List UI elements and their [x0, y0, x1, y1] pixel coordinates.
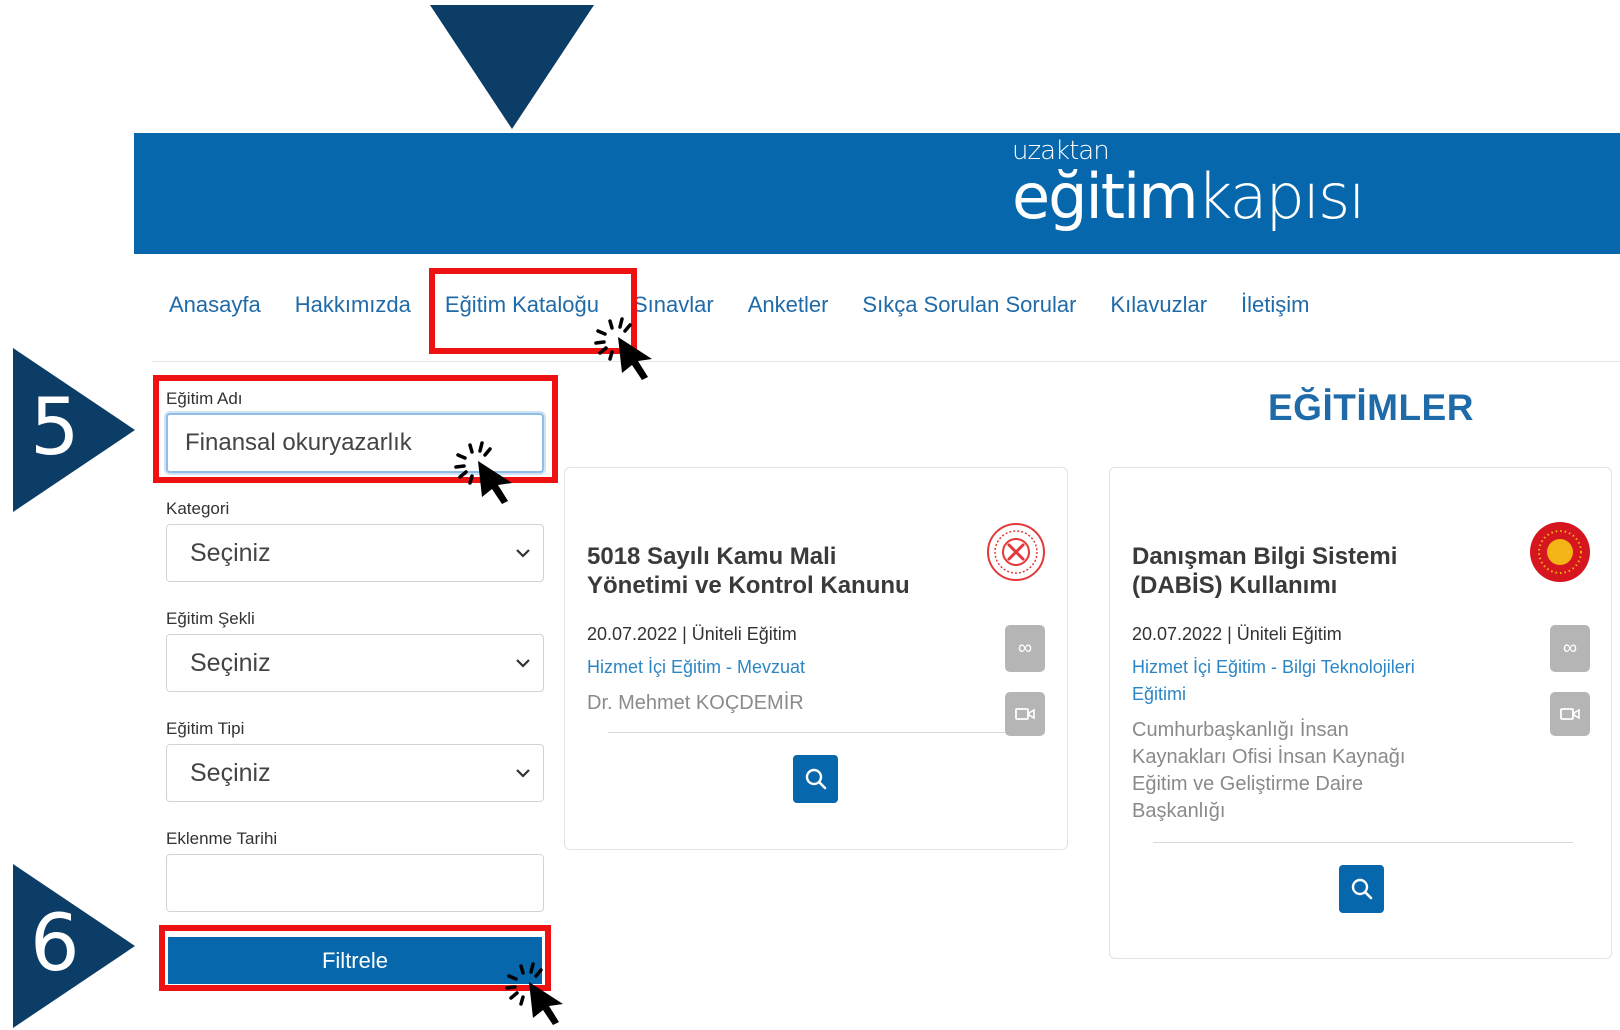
card-title-line-2[interactable]: (DABİS) Kullanımı [1132, 571, 1337, 600]
card-divider [1153, 842, 1573, 843]
training-type-selected-value: Seçiniz [190, 759, 271, 787]
infinity-icon[interactable]: ∞ [1005, 625, 1045, 672]
video-button[interactable] [1005, 692, 1045, 736]
search-icon [1351, 878, 1372, 900]
training-type-label: Eğitim Tipi [166, 719, 245, 738]
nav-divider [152, 361, 1620, 362]
video-button[interactable] [1550, 692, 1590, 736]
search-icon [805, 768, 826, 790]
chevron-down-icon [516, 549, 530, 558]
category-selected-value: Seçiniz [190, 539, 271, 567]
logo-thin-part: kapısı [1196, 160, 1366, 233]
step-5-number: 5 [30, 383, 80, 473]
nav-item-faq[interactable]: Sıkça Sorulan Sorular [845, 285, 1093, 325]
site-logo[interactable]: uzaktan eğitimkapısı [1012, 136, 1366, 228]
card-title-line-1[interactable]: 5018 Sayılı Kamu Mali [587, 542, 836, 571]
logo-bold-part: eğitim [1012, 160, 1199, 233]
card-category-line-2[interactable]: Eğitimi [1132, 681, 1186, 708]
training-card: 5018 Sayılı Kamu Mali Yönetimi ve Kontro… [564, 467, 1068, 850]
card-search-button[interactable] [1339, 865, 1384, 913]
training-card: Danışman Bilgi Sistemi (DABİS) Kullanımı… [1109, 467, 1612, 959]
card-meta: 20.07.2022 | Üniteli Eğitim [587, 624, 797, 644]
infinity-icon[interactable]: ∞ [1550, 625, 1590, 672]
chevron-down-icon [516, 769, 530, 778]
click-cursor-icon [505, 962, 563, 1025]
training-form-select[interactable]: Seçiniz [166, 634, 544, 692]
card-title-line-2[interactable]: Yönetimi ve Kontrol Kanunu [587, 571, 910, 600]
step-6-number: 6 [30, 899, 80, 989]
card-author-line-1: Cumhurbaşkanlığı İnsan [1132, 719, 1349, 741]
training-form-label: Eğitim Şekli [166, 609, 255, 628]
main-nav: Anasayfa Hakkımızda Eğitim Kataloğu Sına… [152, 285, 1326, 325]
video-icon [1015, 708, 1035, 720]
card-divider [608, 732, 1028, 733]
category-label: Kategori [166, 499, 230, 518]
click-cursor-icon [594, 317, 652, 380]
card-author-line-3: Eğitim ve Geliştirme Daire [1132, 773, 1364, 795]
card-meta: 20.07.2022 | Üniteli Eğitim [1132, 624, 1342, 644]
click-cursor-icon [454, 441, 512, 504]
presidency-seal-icon [1530, 522, 1590, 582]
card-author-line-2: Kaynakları Ofisi İnsan Kaynağı [1132, 746, 1406, 768]
card-category-line-1[interactable]: Hizmet İçi Eğitim - Bilgi Teknolojileri [1132, 654, 1415, 681]
nav-item-home[interactable]: Anasayfa [152, 285, 278, 325]
training-form-selected-value: Seçiniz [190, 649, 271, 677]
training-type-select[interactable]: Seçiniz [166, 744, 544, 802]
ministry-seal-icon [987, 523, 1045, 581]
chevron-down-icon [516, 659, 530, 668]
card-author-line-4: Başkanlığı [1132, 800, 1226, 822]
section-title: EĞİTİMLER [1268, 387, 1474, 428]
category-select[interactable]: Seçiniz [166, 524, 544, 582]
nav-item-surveys[interactable]: Anketler [731, 285, 846, 325]
date-added-label: Eklenme Tarihi [166, 829, 278, 848]
card-search-button[interactable] [793, 755, 838, 803]
card-author: Dr. Mehmet KOÇDEMİR [587, 692, 804, 714]
card-title-line-1[interactable]: Danışman Bilgi Sistemi [1132, 542, 1397, 571]
nav-item-about[interactable]: Hakkımızda [278, 285, 428, 325]
filter-button-highlight-box [159, 925, 551, 991]
nav-item-contact[interactable]: İletişim [1224, 285, 1326, 325]
site-header [134, 133, 1620, 254]
date-added-input[interactable] [166, 854, 544, 912]
logo-main-text: eğitimkapısı [1012, 166, 1366, 228]
nav-item-guides[interactable]: Kılavuzlar [1093, 285, 1224, 325]
video-icon [1560, 708, 1580, 720]
top-pointer-triangle [430, 5, 594, 129]
card-category[interactable]: Hizmet İçi Eğitim - Mevzuat [587, 654, 805, 681]
